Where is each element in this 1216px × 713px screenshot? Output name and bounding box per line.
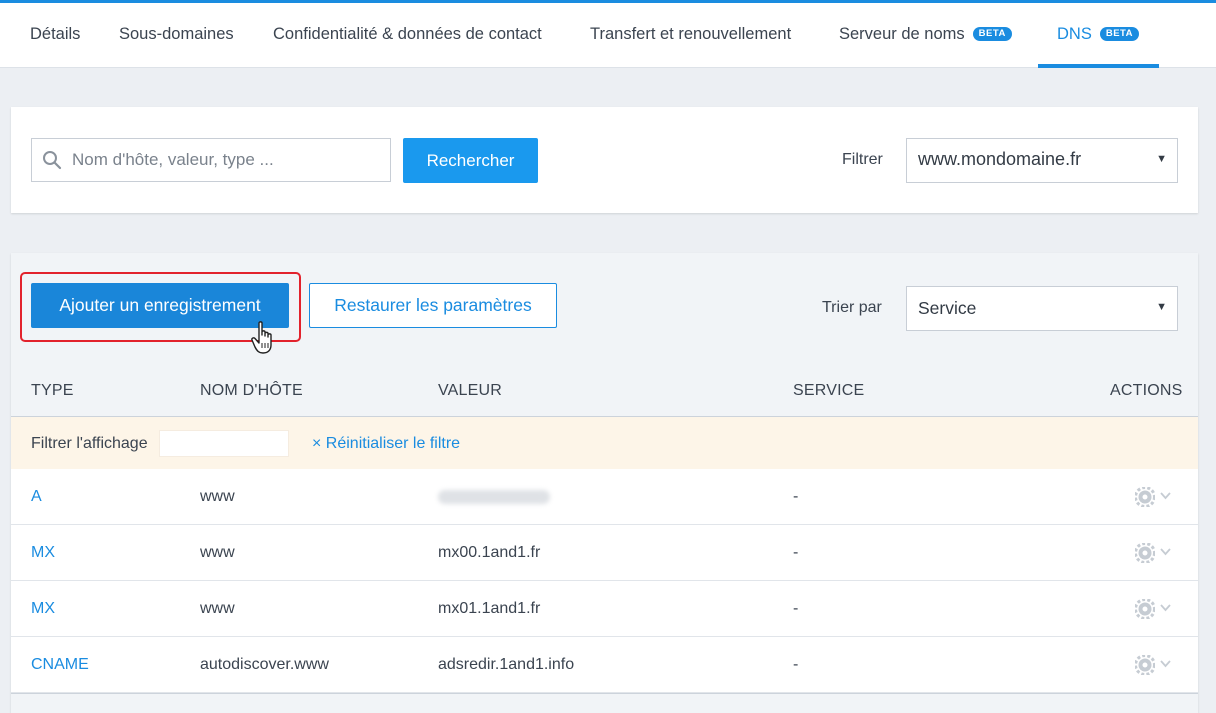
search-panel: Rechercher Filtrer www.mondomaine.fr ▼ — [11, 107, 1198, 213]
tab-label: Détails — [30, 25, 81, 43]
hand-pointer-icon — [251, 321, 272, 354]
table-row: CNAME autodiscover.www adsredir.1and1.in… — [11, 637, 1198, 693]
record-service: - — [793, 600, 799, 617]
tab-label: Serveur de noms — [839, 25, 965, 43]
record-service: - — [793, 544, 799, 561]
reset-filter-link[interactable]: × Réinitialiser le filtre — [312, 435, 460, 453]
record-service: - — [793, 656, 799, 673]
record-type[interactable]: A — [31, 469, 42, 524]
record-type[interactable]: MX — [31, 525, 55, 580]
sort-label: Trier par — [822, 299, 882, 316]
column-header-service[interactable]: SERVICE — [793, 382, 864, 400]
tab-privacy-contact[interactable]: Confidentialité & données de contact — [273, 3, 542, 68]
column-header-actions: ACTIONS — [1110, 382, 1183, 399]
record-type[interactable]: CNAME — [31, 637, 89, 692]
chevron-down-icon[interactable] — [1160, 659, 1171, 668]
chevron-down-icon[interactable] — [1160, 547, 1171, 556]
search-input[interactable] — [72, 139, 382, 181]
record-hostname: autodiscover.www — [200, 656, 329, 673]
table-row: MX www mx01.1and1.fr - — [11, 581, 1198, 637]
record-hostname: www — [200, 488, 235, 505]
filter-display-label: Filtrer l'affichage — [31, 435, 148, 452]
column-header-type[interactable]: TYPE — [31, 382, 74, 400]
table-row: MX www mx00.1and1.fr - — [11, 525, 1198, 581]
active-tab-indicator — [1038, 64, 1159, 68]
record-value: mx00.1and1.fr — [438, 544, 541, 561]
record-service: - — [793, 488, 799, 505]
tab-subdomains[interactable]: Sous-domaines — [119, 3, 234, 68]
record-hostname: www — [200, 544, 235, 561]
filter-label: Filtrer — [842, 151, 883, 168]
tab-label: Confidentialité & données de contact — [273, 25, 542, 43]
search-box — [31, 138, 391, 182]
beta-badge: BETA — [1099, 27, 1139, 41]
column-header-value[interactable]: VALEUR — [438, 382, 502, 400]
filter-display-input[interactable] — [159, 430, 289, 457]
search-icon — [43, 151, 62, 170]
table-bottom-divider — [11, 693, 1198, 694]
triangle-down-icon: ▼ — [1156, 153, 1167, 165]
record-value: adsredir.1and1.info — [438, 656, 575, 673]
sort-value: Service — [918, 298, 977, 318]
sort-select[interactable]: Service ▼ — [906, 286, 1178, 331]
tab-label: DNS — [1057, 25, 1092, 43]
domain-filter-value: www.mondomaine.fr — [918, 149, 1082, 169]
tab-nameservers[interactable]: Serveur de noms BETA — [839, 3, 1012, 68]
restore-settings-button[interactable]: Restaurer les paramètres — [309, 283, 557, 328]
tab-label: Transfert et renouvellement — [590, 25, 792, 43]
record-type[interactable]: MX — [31, 581, 55, 636]
records-panel: Ajouter un enregistrement Restaurer les … — [11, 253, 1198, 713]
table-filter-row: Filtrer l'affichage × Réinitialiser le f… — [11, 417, 1198, 469]
record-value-blurred — [438, 469, 550, 524]
beta-badge: BETA — [972, 27, 1012, 41]
gear-icon[interactable] — [1135, 543, 1155, 563]
tab-transfer-renewal[interactable]: Transfert et renouvellement — [590, 3, 791, 68]
column-header-hostname[interactable]: NOM D'HÔTE — [200, 382, 303, 400]
chevron-down-icon[interactable] — [1160, 491, 1171, 500]
tab-label: Sous-domaines — [119, 25, 234, 43]
tab-bar: Détails Sous-domaines Confidentialité & … — [0, 3, 1216, 68]
gear-icon[interactable] — [1135, 655, 1155, 675]
gear-icon[interactable] — [1135, 487, 1155, 507]
blurred-ip — [438, 489, 550, 504]
domain-filter-select[interactable]: www.mondomaine.fr ▼ — [906, 138, 1178, 183]
chevron-down-icon[interactable] — [1160, 603, 1171, 612]
table-row: A www - — [11, 469, 1198, 525]
gear-icon[interactable] — [1135, 599, 1155, 619]
tab-dns[interactable]: DNS BETA — [1057, 3, 1139, 68]
search-button[interactable]: Rechercher — [403, 138, 538, 183]
triangle-down-icon: ▼ — [1156, 301, 1167, 313]
tab-details[interactable]: Détails — [30, 3, 80, 68]
record-hostname: www — [200, 600, 235, 617]
record-value: mx01.1and1.fr — [438, 600, 541, 617]
